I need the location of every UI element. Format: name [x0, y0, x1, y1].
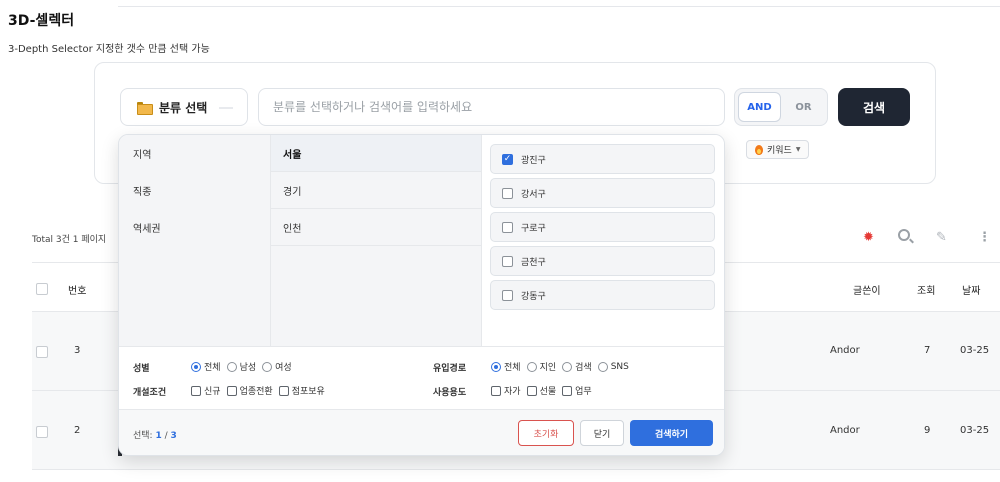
- row-views: 9: [924, 425, 931, 436]
- caret-down-icon: ▼: [795, 146, 801, 153]
- gender-option-male[interactable]: 남성: [226, 360, 256, 373]
- select-all-checkbox[interactable]: [36, 283, 48, 295]
- channel-option-friend[interactable]: 지인: [526, 360, 556, 373]
- close-button[interactable]: 닫기: [580, 420, 624, 446]
- gender-filter-label: 성별: [133, 364, 150, 374]
- filter-section: 성별 전체 남성 여성 유입경로 전체 지인 검색 SNS 개설조건 신규 업종…: [119, 347, 724, 409]
- more-vertical-icon[interactable]: ⋮: [978, 230, 991, 245]
- level3-item-label: 강서구: [521, 189, 546, 200]
- channel-option-sns[interactable]: SNS: [597, 361, 629, 372]
- total-count: Total 3건 1 페이지: [32, 235, 107, 245]
- row-number: 3: [74, 345, 81, 356]
- keyword-chip[interactable]: 키워드 ▼: [746, 140, 810, 159]
- condition-option-new[interactable]: 신규: [191, 384, 221, 397]
- header-views: 조회: [917, 286, 936, 297]
- row-date: 03-25: [960, 345, 990, 356]
- row-date: 03-25: [960, 425, 990, 436]
- level2-item-seoul[interactable]: 서울: [271, 135, 481, 172]
- condition-filter-label: 개설조건: [133, 388, 167, 398]
- underline-decoration: [219, 107, 233, 109]
- panel-footer: 선택: 1 / 3 초기화 닫기 검색하기: [119, 410, 724, 455]
- gender-option-all[interactable]: 전체: [191, 360, 221, 373]
- level1-item-station[interactable]: 역세권: [119, 209, 270, 246]
- checkbox-checked[interactable]: ✓: [502, 153, 513, 165]
- level1-column: 지역 직종 역세권: [119, 135, 271, 346]
- checkbox[interactable]: [502, 255, 513, 267]
- gear-icon[interactable]: ✹: [863, 230, 874, 245]
- checkbox[interactable]: [502, 221, 513, 233]
- condition-option-store[interactable]: 점포보유: [278, 384, 325, 397]
- category-dropdown-panel: 지역 직종 역세권 서울 경기 인천 ✓ 광진구 강서구 구로구 금천구 강동구: [118, 134, 725, 456]
- search-input[interactable]: [258, 88, 725, 126]
- usage-option-work[interactable]: 업무: [562, 384, 592, 397]
- usage-option-gift[interactable]: 선물: [526, 384, 556, 397]
- logic-and-option[interactable]: AND: [738, 92, 781, 122]
- row-number: 2: [74, 425, 81, 436]
- level3-item[interactable]: 강동구: [490, 280, 715, 310]
- header-date: 날짜: [962, 286, 981, 297]
- channel-option-all[interactable]: 전체: [491, 360, 521, 373]
- top-divider: [118, 6, 1000, 7]
- page-description: 3-Depth Selector 지정한 갯수 만큼 선택 가능: [8, 44, 210, 55]
- condition-option-switch[interactable]: 업종전환: [226, 384, 273, 397]
- channel-filter-options: 전체 지인 검색 SNS: [491, 360, 629, 373]
- usage-filter-label: 사용용도: [433, 388, 467, 398]
- level3-item-label: 광진구: [521, 155, 546, 166]
- level3-item-label: 금천구: [521, 257, 546, 268]
- category-select-label: 분류 선택: [159, 100, 208, 115]
- apply-search-button[interactable]: 검색하기: [630, 420, 713, 446]
- row-views: 7: [924, 345, 931, 356]
- checkbox[interactable]: [502, 187, 513, 199]
- selection-counter: 선택: 1 / 3: [133, 431, 177, 441]
- level2-item-incheon[interactable]: 인천: [271, 209, 481, 246]
- header-author: 글쓴이: [853, 286, 881, 297]
- fire-icon: [755, 144, 763, 155]
- level2-item-gyeonggi[interactable]: 경기: [271, 172, 481, 209]
- keyword-chip-label: 키워드: [767, 146, 792, 156]
- gender-filter-options: 전체 남성 여성: [191, 360, 292, 373]
- condition-filter-options: 신규 업종전환 점포보유: [191, 384, 325, 397]
- level3-item[interactable]: 강서구: [490, 178, 715, 208]
- level3-item[interactable]: ✓ 광진구: [490, 144, 715, 174]
- level3-item[interactable]: 구로구: [490, 212, 715, 242]
- search-icon[interactable]: [898, 229, 910, 241]
- channel-filter-label: 유입경로: [433, 364, 467, 374]
- level2-column: 서울 경기 인천: [271, 135, 482, 346]
- usage-option-self[interactable]: 자가: [491, 384, 521, 397]
- pencil-icon[interactable]: ✎: [936, 230, 947, 245]
- usage-filter-options: 자가 선물 업무: [491, 384, 592, 397]
- level1-item-job[interactable]: 직종: [119, 172, 270, 209]
- channel-option-search[interactable]: 검색: [562, 360, 592, 373]
- gender-option-female[interactable]: 여성: [262, 360, 292, 373]
- folder-icon: [137, 101, 153, 115]
- logic-toggle: AND OR: [734, 88, 828, 126]
- row-author: Andor: [830, 345, 860, 356]
- search-button[interactable]: 검색: [838, 88, 910, 126]
- page-title: 3D-셀렉터: [8, 13, 75, 29]
- logic-or-option[interactable]: OR: [783, 92, 824, 122]
- row-checkbox[interactable]: [36, 426, 48, 438]
- checkbox[interactable]: [502, 289, 513, 301]
- row-divider: [32, 469, 1000, 470]
- level3-item[interactable]: 금천구: [490, 246, 715, 276]
- reset-button[interactable]: 초기화: [518, 420, 574, 446]
- level3-column: ✓ 광진구 강서구 구로구 금천구 강동구: [482, 135, 724, 346]
- category-select-button[interactable]: 분류 선택: [120, 88, 248, 126]
- level3-item-label: 강동구: [521, 291, 546, 302]
- level1-item-region[interactable]: 지역: [119, 135, 270, 172]
- level3-item-label: 구로구: [521, 223, 546, 234]
- row-checkbox[interactable]: [36, 346, 48, 358]
- header-number: 번호: [68, 286, 87, 297]
- row-author: Andor: [830, 425, 860, 436]
